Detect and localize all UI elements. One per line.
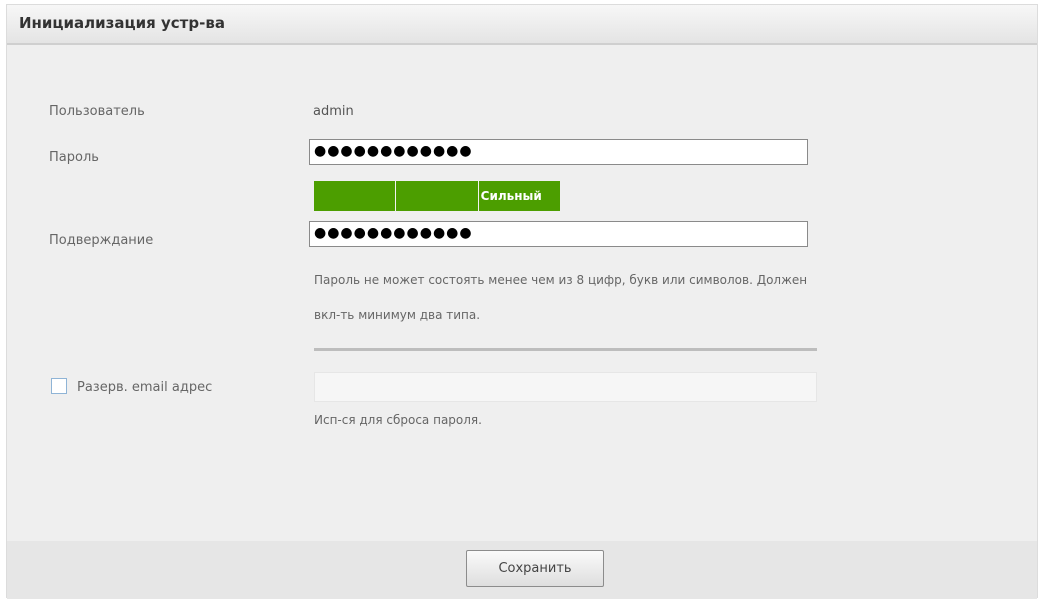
user-value: admin [313, 104, 354, 119]
device-init-panel: Инициализация устр-ва Пользователь admin… [6, 4, 1038, 599]
confirm-label: Подверждание [49, 233, 154, 248]
strength-label: Сильный [480, 189, 542, 203]
email-hint: Исп-ся для сброса пароля. [314, 413, 482, 427]
strength-segment-3: Сильный [478, 181, 560, 211]
email-label: Разерв. email адрес [77, 380, 213, 395]
email-input[interactable] [314, 372, 817, 402]
password-input[interactable]: ●●●●●●●●●●●● [309, 139, 808, 165]
password-strength-meter: Сильный [314, 181, 560, 211]
save-button[interactable]: Сохранить [466, 550, 604, 587]
strength-segment-1 [314, 181, 397, 211]
divider [314, 348, 817, 351]
password-hint-line2: вкл-ть минимум два типа. [314, 308, 481, 322]
page-title: Инициализация устр-ва [19, 14, 225, 32]
confirm-password-input[interactable]: ●●●●●●●●●●●● [309, 221, 808, 247]
strength-segment-2 [396, 181, 479, 211]
email-checkbox[interactable] [51, 378, 67, 394]
password-label: Пароль [49, 150, 99, 165]
user-label: Пользователь [49, 104, 145, 119]
password-hint-line1: Пароль не может состоять менее чем из 8 … [314, 273, 808, 287]
title-bar: Инициализация устр-ва [7, 5, 1037, 45]
